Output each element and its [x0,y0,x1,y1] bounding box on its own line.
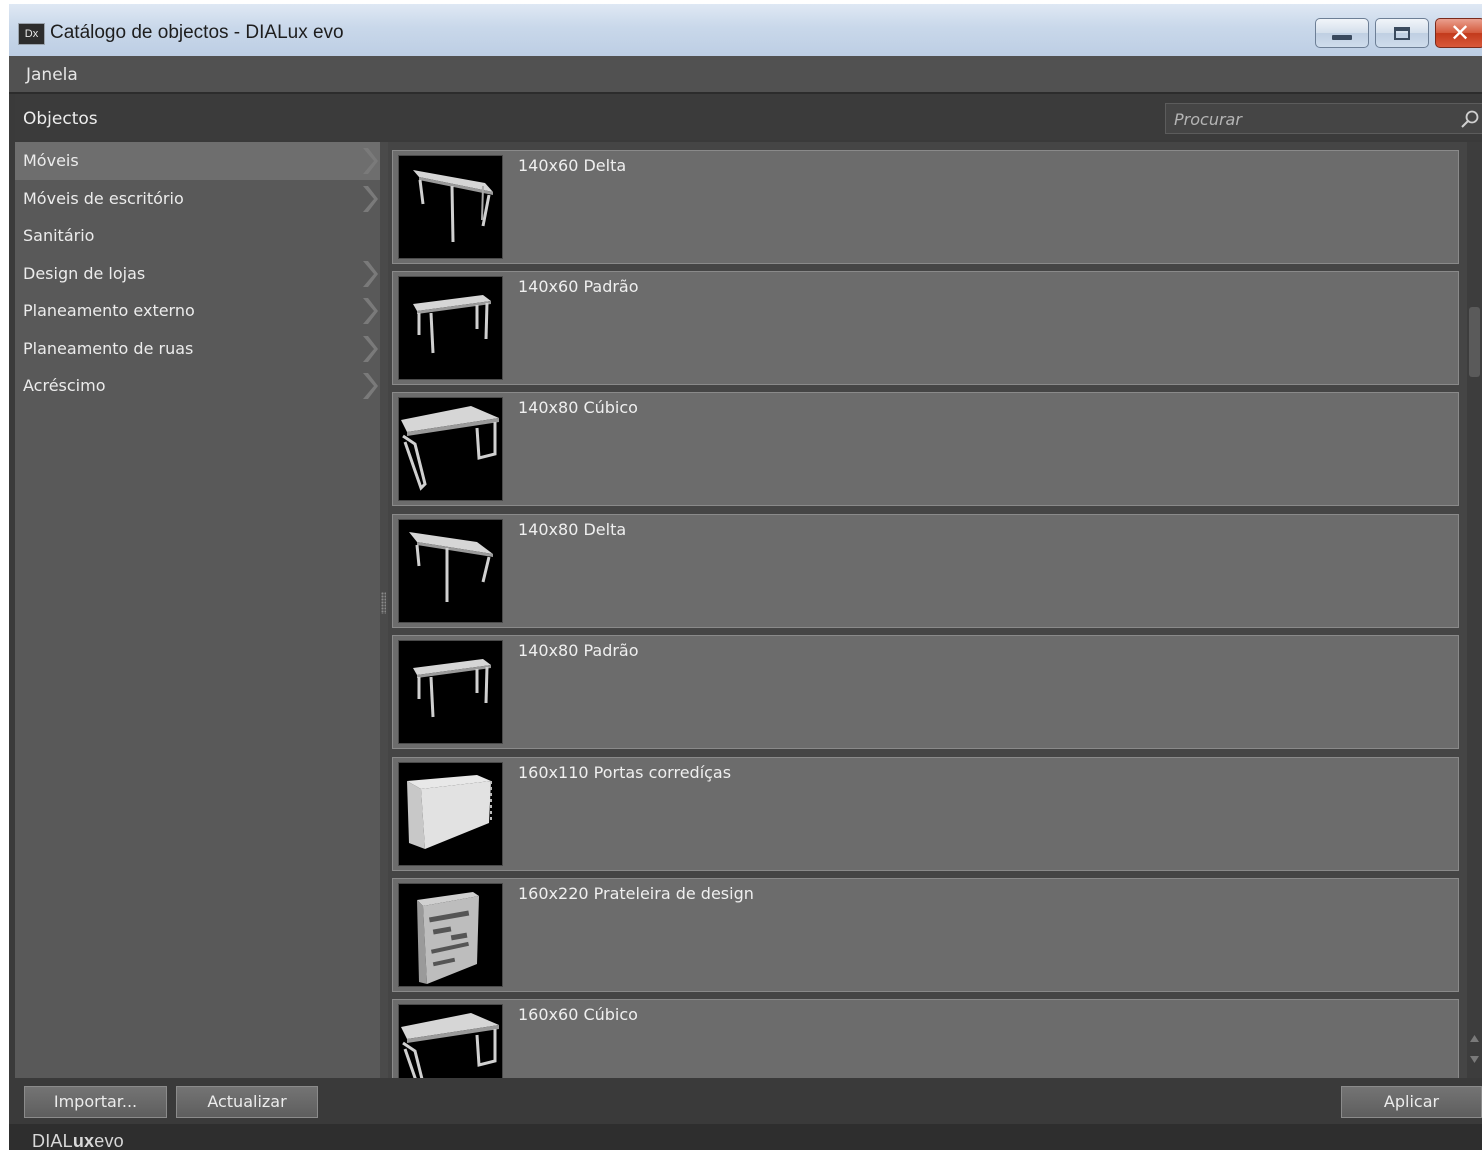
delta-table-icon [398,519,503,623]
menu-janela[interactable]: Janela [26,65,78,85]
sidebar-item-acrescimo[interactable]: Acréscimo [15,367,380,405]
sliding-door-cabinet-icon [398,762,503,866]
category-sidebar: Móveis Móveis de escritório Sanitário De… [15,142,380,1078]
object-label: 140x60 Padrão [518,277,639,296]
list-item[interactable]: 140x60 Padrão [392,271,1459,385]
splitter-grip-icon[interactable] [381,592,386,614]
window-title: Catálogo de objectos - DIALux evo [50,22,344,43]
sidebar-item-design-lojas[interactable]: Design de lojas [15,255,380,293]
title-bar[interactable]: Dx Catálogo de objectos - DIALux evo ✕ [9,4,1482,56]
sidebar-item-label: Móveis de escritório [23,188,184,208]
action-bar: Importar... Actualizar Aplicar [9,1078,1482,1124]
catalog-window: Dx Catálogo de objectos - DIALux evo ✕ J… [9,4,1482,1150]
objects-list: 140x60 Delta 140x60 Padrão 140x80 Cúbico… [388,142,1467,1078]
object-label: 160x110 Portas corredíças [518,763,732,782]
maximize-icon [1394,26,1410,40]
list-item[interactable]: 140x60 Delta [392,150,1459,264]
minimize-button[interactable] [1315,18,1369,48]
chevron-right-icon [363,335,378,362]
menu-bar: Janela [9,56,1482,94]
sidebar-item-label: Acréscimo [23,376,106,395]
standard-table-icon [398,640,503,744]
sidebar-item-label: Sanitário [23,226,95,245]
list-item[interactable]: 160x60 Cúbico [392,999,1459,1078]
sidebar-item-moveis[interactable]: Móveis [15,142,380,180]
sidebar-item-moveis-escritorio[interactable]: Móveis de escritório [15,180,380,218]
sidebar-item-label: Planeamento de ruas [23,338,194,358]
object-label: 140x80 Cúbico [518,398,638,417]
list-item[interactable]: 140x80 Padrão [392,635,1459,749]
cubic-table-icon [398,1004,503,1078]
scroll-up-arrow-icon[interactable] [1470,1032,1479,1044]
chevron-right-icon [363,373,378,399]
standard-table-icon [398,276,503,380]
sidebar-item-sanitario[interactable]: Sanitário [15,217,380,255]
sidebar-item-label: Planeamento externo [23,301,195,320]
object-label: 140x80 Padrão [518,641,639,660]
object-label: 160x60 Cúbico [518,1005,638,1024]
search-icon[interactable] [1460,109,1480,129]
cubic-table-icon [398,397,503,501]
chevron-right-icon [363,298,378,324]
search-box[interactable] [1165,103,1482,135]
sidebar-item-label: Móveis [23,151,79,170]
panel-splitter[interactable] [380,142,388,1078]
close-button[interactable]: ✕ [1435,18,1482,48]
list-item[interactable]: 160x220 Prateleira de design [392,878,1459,992]
sidebar-item-planeamento-ruas[interactable]: Planeamento de ruas [15,330,380,368]
scrollbar-thumb[interactable] [1469,307,1480,377]
objects-panel-header: Objectos [15,94,1482,140]
scroll-down-arrow-icon[interactable] [1470,1054,1479,1066]
close-icon: ✕ [1449,19,1471,47]
sidebar-item-planeamento-externo[interactable]: Planeamento externo [15,292,380,330]
dialux-evo-logo: DIALuxevo [32,1131,124,1150]
maximize-button[interactable] [1375,18,1429,48]
list-scrollbar[interactable] [1467,142,1482,1078]
minimize-icon [1332,34,1352,40]
sidebar-item-label: Design de lojas [23,263,146,283]
list-item[interactable]: 160x110 Portas corredíças [392,757,1459,871]
panel-title: Objectos [23,109,98,129]
design-shelf-icon [398,883,503,987]
chevron-right-icon [363,185,378,212]
object-label: 140x60 Delta [518,156,627,175]
search-input[interactable] [1166,104,1456,135]
dialux-app-icon: Dx [18,23,45,45]
object-label: 140x80 Delta [518,520,627,539]
refresh-button[interactable]: Actualizar [176,1086,318,1118]
object-label: 160x220 Prateleira de design [518,884,754,903]
delta-table-icon [398,155,503,259]
list-item[interactable]: 140x80 Cúbico [392,392,1459,506]
apply-button[interactable]: Aplicar [1341,1086,1482,1118]
status-footer: DIALuxevo [9,1124,1482,1150]
list-item[interactable]: 140x80 Delta [392,514,1459,628]
chevron-right-icon [363,148,378,174]
chevron-right-icon [363,260,378,287]
import-button[interactable]: Importar... [24,1086,167,1118]
